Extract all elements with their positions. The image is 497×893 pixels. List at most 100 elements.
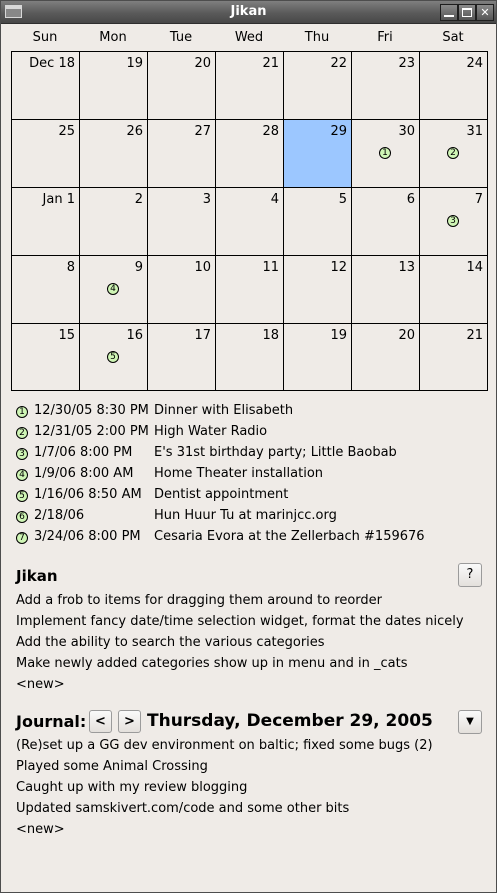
todo-item[interactable]: Implement fancy date/time selection widg… — [16, 611, 464, 632]
day-number: Jan 1 — [42, 192, 75, 207]
day-number: 24 — [466, 56, 483, 71]
calendar-day-cell[interactable]: 3 — [148, 188, 216, 256]
calendar-day-cell[interactable]: 15 — [12, 324, 80, 391]
day-number: 16 — [126, 328, 143, 343]
weekday-header: Sun Mon Tue Wed Thu Fri Sat — [11, 29, 487, 49]
minimize-button[interactable] — [440, 4, 458, 21]
day-number: 19 — [126, 56, 143, 71]
calendar-day-cell[interactable]: 19 — [284, 324, 352, 391]
day-number: 27 — [194, 124, 211, 139]
event-marker-icon[interactable]: 3 — [447, 215, 459, 227]
day-number: 26 — [126, 124, 143, 139]
new-todo-item[interactable]: <new> — [16, 674, 464, 695]
weekday-label: Sun — [32, 30, 58, 45]
calendar-day-cell[interactable]: 24 — [420, 52, 488, 120]
journal-entry[interactable]: Caught up with my review blogging — [16, 777, 433, 798]
calendar-day-cell[interactable]: Dec 18 — [12, 52, 80, 120]
calendar-day-cell[interactable]: 27 — [148, 120, 216, 188]
calendar-day-cell[interactable]: 12 — [284, 256, 352, 324]
title-bar[interactable]: Jikan ✕ — [1, 1, 496, 24]
day-number: 21 — [466, 328, 483, 343]
todo-item[interactable]: Make newly added categories show up in m… — [16, 653, 464, 674]
calendar-day-cell[interactable]: 23 — [352, 52, 420, 120]
event-description: E's 31st birthday party; Little Baobab — [154, 445, 397, 460]
window-title: Jikan — [230, 4, 267, 19]
event-row[interactable]: 2 12/31/05 2:00 PM High Water Radio — [11, 423, 267, 444]
event-datetime: 1/7/06 8:00 PM — [34, 445, 133, 460]
calendar-day-cell[interactable]: 26 — [80, 120, 148, 188]
calendar-day-cell[interactable]: 16 5 — [80, 324, 148, 391]
day-number: 20 — [398, 328, 415, 343]
calendar-day-cell[interactable]: 19 — [80, 52, 148, 120]
day-number: 12 — [330, 260, 347, 275]
event-marker-icon[interactable]: 1 — [379, 147, 391, 159]
calendar-day-cell[interactable]: 22 — [284, 52, 352, 120]
close-button[interactable]: ✕ — [476, 4, 494, 21]
calendar-day-cell[interactable]: 4 — [216, 188, 284, 256]
calendar-day-cell[interactable]: 73 — [420, 188, 488, 256]
calendar-day-cell[interactable]: 18 — [216, 324, 284, 391]
event-marker-icon[interactable]: 4 — [107, 283, 119, 295]
event-row[interactable]: 5 1/16/06 8:50 AM Dentist appointment — [11, 486, 288, 507]
day-number: 4 — [270, 192, 279, 207]
calendar-day-cell[interactable]: 2 — [80, 188, 148, 256]
journal-entry[interactable]: Played some Animal Crossing — [16, 756, 433, 777]
day-number: 20 — [194, 56, 211, 71]
calendar-day-cell[interactable]: 30 1 — [352, 120, 420, 188]
calendar-day-cell[interactable]: 8 — [12, 256, 80, 324]
day-number: 9 — [134, 260, 143, 275]
calendar-day-cell[interactable]: 11 — [216, 256, 284, 324]
calendar-day-cell[interactable]: 20 — [352, 324, 420, 391]
next-day-button[interactable]: > — [118, 710, 141, 733]
calendar-day-cell[interactable]: 6 — [352, 188, 420, 256]
event-marker-icon: 6 — [16, 511, 28, 523]
todo-title: Jikan — [16, 567, 58, 585]
help-button[interactable]: ? — [458, 563, 482, 587]
calendar-day-cell[interactable]: Jan 1 — [12, 188, 80, 256]
calendar-day-cell[interactable]: 25 — [12, 120, 80, 188]
journal-entry[interactable]: (Re)set up a GG dev environment on balti… — [16, 735, 433, 756]
calendar-day-cell[interactable]: 14 — [420, 256, 488, 324]
calendar-day-cell[interactable]: 94 — [80, 256, 148, 324]
calendar-day-cell[interactable]: 10 — [148, 256, 216, 324]
event-datetime: 1/16/06 8:50 AM — [34, 487, 142, 502]
weekday-label: Tue — [169, 30, 193, 45]
event-datetime: 1/9/06 8:00 AM — [34, 466, 134, 481]
calendar-day-cell[interactable]: 31 2 — [420, 120, 488, 188]
calendar-day-cell[interactable]: 17 — [148, 324, 216, 391]
event-description: Home Theater installation — [154, 466, 324, 481]
event-row[interactable]: 3 1/7/06 8:00 PM E's 31st birthday party; … — [11, 444, 397, 465]
event-row[interactable]: 4 1/9/06 8:00 AM Home Theater installation — [11, 465, 323, 486]
maximize-button[interactable] — [458, 4, 476, 21]
event-datetime: 12/30/05 8:30 PM — [34, 403, 149, 418]
day-number: 3 — [202, 192, 211, 207]
day-number: 19 — [330, 328, 347, 343]
day-number: 21 — [262, 56, 279, 71]
calendar-day-cell[interactable]: 13 — [352, 256, 420, 324]
day-number: 11 — [262, 260, 279, 275]
new-journal-entry[interactable]: <new> — [16, 819, 433, 840]
todo-list: Add a frob to items for dragging them ar… — [16, 590, 464, 695]
journal-date: Thursday, December 29, 2005 — [147, 711, 433, 731]
todo-item[interactable]: Add the ability to search the various ca… — [16, 632, 464, 653]
event-row[interactable]: 7 3/24/06 8:00 PM Cesaria Evora at the Zel… — [11, 528, 425, 549]
journal-dropdown-button[interactable]: ▼ — [458, 710, 482, 734]
calendar-day-cell[interactable]: 5 — [284, 188, 352, 256]
day-number: 23 — [398, 56, 415, 71]
calendar-day-cell[interactable]: 20 — [148, 52, 216, 120]
calendar-day-cell[interactable]: 21 — [216, 52, 284, 120]
event-marker-icon[interactable]: 2 — [447, 147, 459, 159]
day-number: 17 — [194, 328, 211, 343]
day-number: 6 — [406, 192, 415, 207]
journal-entry[interactable]: Updated samskivert.com/code and some oth… — [16, 798, 433, 819]
event-row[interactable]: 6 2/18/06 Hun Huur Tu at marinjcc.org — [11, 507, 337, 528]
calendar-day-cell[interactable]: 21 — [420, 324, 488, 391]
previous-day-button[interactable]: < — [89, 710, 112, 733]
calendar-day-cell[interactable]: 28 — [216, 120, 284, 188]
calendar-day-cell[interactable]: 29 — [284, 120, 352, 188]
event-row[interactable]: 1 12/30/05 8:30 PM Dinner with Elisabeth — [11, 402, 293, 423]
todo-item[interactable]: Add a frob to items for dragging them ar… — [16, 590, 464, 611]
event-list: 1 12/30/05 8:30 PM Dinner with Elisabeth 2 1… — [11, 402, 425, 549]
event-marker-icon[interactable]: 5 — [107, 351, 119, 363]
weekday-label: Thu — [304, 30, 330, 45]
